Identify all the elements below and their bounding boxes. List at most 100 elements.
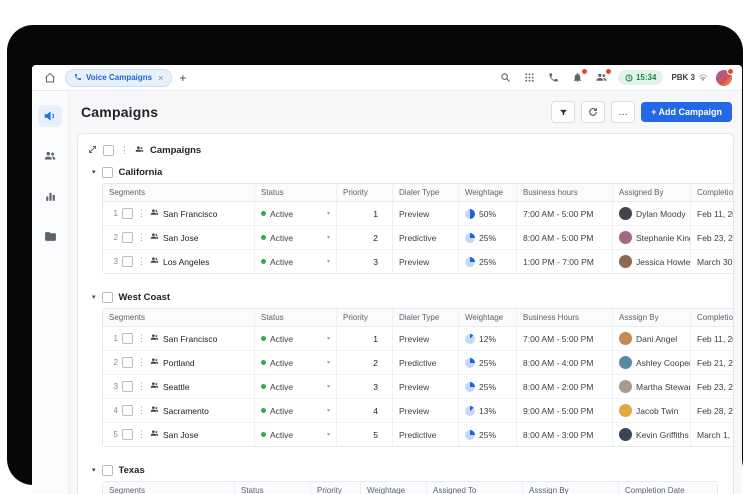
segments-table: Segments Status Priority Weightage Assigned … [102,481,718,494]
campaigns-icon [44,111,55,121]
row-menu-icon[interactable]: ⋮ [137,233,146,242]
status-dropdown[interactable]: Active ▾ [255,226,337,249]
page-title: Campaigns [81,104,159,120]
phone-icon[interactable] [546,70,562,86]
add-campaign-button[interactable]: + Add Campaign [641,102,732,122]
row-menu-icon[interactable]: ⋮ [137,209,146,218]
select-all-checkbox[interactable] [103,144,114,156]
dialer-cell: Preview [393,202,459,225]
weightage-cell: 25% [459,250,517,273]
completion-cell: Feb 23, 2021 [697,381,733,392]
assignee-cell: Dylan Moody [613,202,691,225]
row-menu-icon[interactable]: ⋮ [137,430,146,439]
column-header: Weightage [459,309,517,326]
segment-cell: 3 ⋮ Seattle [103,375,255,398]
chevron-down-icon: ▾ [326,384,330,390]
status-dropdown[interactable]: Active ▾ [255,202,337,225]
segment-name: Sacramento [163,405,209,416]
status-dot [261,360,266,365]
panel-menu-icon[interactable]: ⋮ [120,145,129,155]
table-row: 1 ⋮ San Francisco Active ▾ 1 Preview 12% 7:00 AM… [103,327,733,351]
completion-cell: March 30, 2021 [697,256,734,267]
column-header: Weightage [361,482,427,494]
network-status[interactable]: PBK 3 [671,73,708,82]
column-header: Assigned To [427,482,523,494]
tab-close-icon[interactable]: × [158,73,163,83]
priority-cell: 5 [337,423,393,446]
dialer-cell: Preview [393,327,459,350]
user-avatar[interactable] [716,67,734,86]
segment-icon [150,208,159,219]
status-dropdown[interactable]: Active ▾ [255,375,337,398]
row-index: 3 [113,257,118,266]
sidebar-item-campaigns[interactable] [38,105,62,127]
table-row: 4 ⋮ Sacramento Active ▾ 4 Preview 13% 9:00 AM - … [103,399,733,423]
row-index: 4 [113,406,118,415]
row-checkbox[interactable] [122,232,133,243]
pie-icon [465,232,475,243]
collapse-icon[interactable]: ▾ [92,293,96,301]
status-dot [261,384,266,389]
avatar [619,356,632,369]
group-checkbox[interactable] [101,291,113,303]
row-checkbox[interactable] [122,357,133,368]
sidebar-item-analytics[interactable] [38,185,62,207]
more-button[interactable]: … [611,101,636,123]
dialer-cell: Preview [393,250,459,273]
row-checkbox[interactable] [122,381,133,392]
row-checkbox[interactable] [122,405,133,416]
hours-cell: 8:00 AM - 3:00 PM [517,423,613,446]
status-dropdown[interactable]: Active ▾ [255,399,337,422]
sidebar-item-files[interactable] [38,225,62,247]
toolbar: … + Add Campaign [551,101,732,123]
filter-button[interactable] [551,101,576,123]
column-header: Completion Date [625,486,685,494]
status-dropdown[interactable]: Active ▾ [255,327,337,350]
table-row: 1 ⋮ San Francisco Active ▾ 1 Preview 50% 7:00 AM… [103,202,733,226]
status-dropdown[interactable]: Active ▾ [255,351,337,374]
browser-window: Voice Campaigns × + 15:34 PBK 3 Campaign… [32,65,742,494]
browser-tab[interactable]: Voice Campaigns × [65,68,173,87]
home-button[interactable] [42,70,58,86]
weightage-cell: 50% [459,202,517,225]
row-menu-icon[interactable]: ⋮ [137,382,146,391]
status-dot [261,211,266,216]
row-menu-icon[interactable]: ⋮ [137,358,146,367]
row-checkbox[interactable] [122,333,133,344]
row-checkbox[interactable] [122,208,133,219]
row-menu-icon[interactable]: ⋮ [137,257,146,266]
pie-icon [465,405,475,416]
weightage-cell: 25% [459,351,517,374]
weightage-cell: 25% [459,375,517,398]
completion-cell: Feb 28, 2021 [697,405,733,416]
segment-icon [150,357,159,368]
apps-grid-icon[interactable] [522,70,538,86]
refresh-button[interactable] [581,101,606,123]
collapse-icon[interactable]: ▾ [92,168,96,176]
column-header: Segments [103,184,255,201]
hours-cell: 8:00 AM - 2:00 PM [517,375,613,398]
row-checkbox[interactable] [122,256,133,267]
notification-badge [580,67,588,75]
assignee-name: Ashley Cooper [636,357,691,368]
sidebar-item-teams[interactable] [38,145,62,167]
avatar [619,428,632,441]
status-label: Active [270,333,294,344]
row-checkbox[interactable] [122,429,133,440]
collapse-icon[interactable]: ▾ [92,466,96,474]
browser-toolbar: Voice Campaigns × + 15:34 PBK 3 [32,65,742,91]
row-menu-icon[interactable]: ⋮ [137,406,146,415]
status-dropdown[interactable]: Active ▾ [255,423,337,446]
group-checkbox[interactable] [101,166,113,178]
status-dropdown[interactable]: Active ▾ [255,250,337,273]
row-menu-icon[interactable]: ⋮ [137,334,146,343]
new-tab-button[interactable]: + [179,72,186,84]
avatar [619,231,632,244]
group-checkbox[interactable] [101,464,113,476]
expand-icon[interactable] [88,141,97,159]
segment-name: Los Angeles [163,256,210,267]
people-icon[interactable] [594,67,612,86]
search-icon[interactable] [498,70,514,86]
bell-icon[interactable] [570,67,588,86]
priority-cell: 3 [337,250,393,273]
